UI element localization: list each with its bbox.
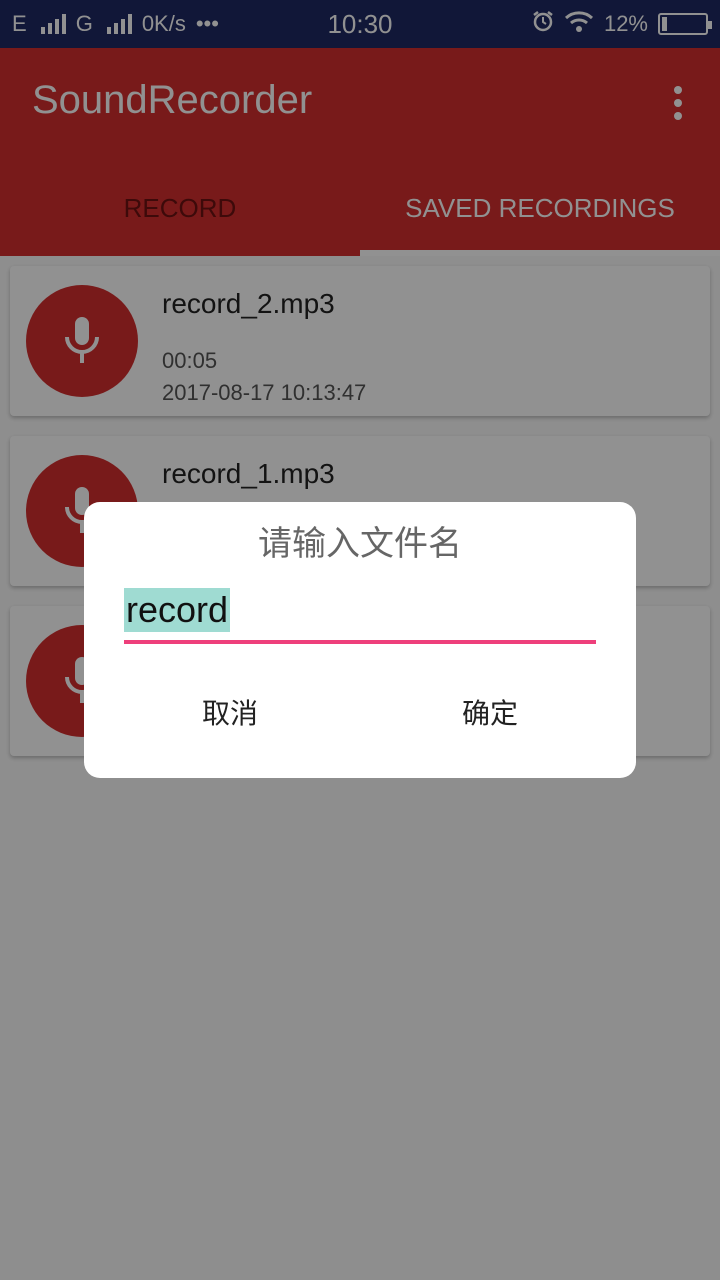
ok-button[interactable]: 确定 [410, 692, 570, 732]
cancel-button[interactable]: 取消 [150, 692, 310, 732]
filename-input-value[interactable]: record [124, 588, 231, 632]
rename-dialog: 请输入文件名 record 取消 确定 [84, 502, 636, 778]
filename-input[interactable]: record [124, 588, 596, 644]
dialog-title: 请输入文件名 [258, 524, 462, 564]
